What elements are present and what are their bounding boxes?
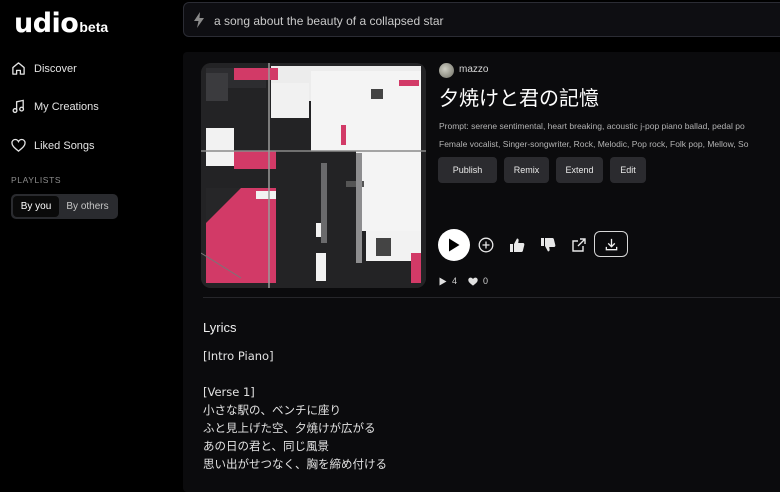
- sidebar-item-label: My Creations: [34, 100, 99, 113]
- remix-button[interactable]: Remix: [504, 157, 549, 183]
- share-external-icon: [572, 238, 586, 252]
- song-title: 夕焼けと君の記憶: [439, 86, 599, 110]
- like-count: 0: [483, 276, 489, 286]
- logo-text: udio: [14, 8, 79, 39]
- toggle-by-others[interactable]: By others: [59, 196, 116, 217]
- bolt-icon: [194, 12, 204, 28]
- divider: [203, 297, 780, 298]
- home-icon: [12, 62, 25, 75]
- lyrics-heading: Lyrics: [203, 320, 237, 335]
- cover-art[interactable]: [201, 63, 426, 288]
- playlist-toggle: By you By others: [11, 194, 118, 219]
- beta-badge: beta: [79, 19, 109, 35]
- like-count-icon: [468, 277, 478, 286]
- song-tags: Female vocalist, Singer-songwriter, Rock…: [439, 139, 749, 149]
- search-bar[interactable]: [183, 2, 780, 38]
- dislike-button[interactable]: [539, 236, 557, 254]
- username[interactable]: mazzo: [459, 64, 488, 75]
- udio-logo[interactable]: udiobeta: [14, 8, 108, 39]
- music-note-icon: [12, 99, 25, 114]
- thumbs-down-icon: [541, 238, 556, 252]
- download-icon: [605, 238, 617, 250]
- song-prompt: Prompt: serene sentimental, heart breaki…: [439, 121, 745, 131]
- heart-icon: [11, 138, 26, 152]
- sidebar-item-liked-songs[interactable]: Liked Songs: [11, 138, 95, 153]
- plus-circle-icon: [478, 237, 494, 253]
- toggle-by-you[interactable]: By you: [13, 196, 59, 217]
- search-input[interactable]: [212, 3, 776, 38]
- like-button[interactable]: [508, 236, 526, 254]
- edit-button[interactable]: Edit: [610, 157, 646, 183]
- publish-button[interactable]: Publish: [438, 157, 497, 183]
- sidebar-item-label: Liked Songs: [34, 139, 95, 152]
- sidebar-item-discover[interactable]: Discover: [11, 61, 77, 76]
- sidebar-item-my-creations[interactable]: My Creations: [11, 99, 99, 114]
- extend-button[interactable]: Extend: [556, 157, 603, 183]
- add-to-playlist-button[interactable]: [477, 236, 495, 254]
- song-stats: 4 0: [439, 276, 488, 286]
- play-count-icon: [439, 277, 447, 285]
- thumbs-up-icon: [510, 238, 525, 252]
- playlists-heading: PLAYLISTS: [11, 175, 62, 185]
- avatar[interactable]: [439, 63, 454, 78]
- download-button[interactable]: [594, 231, 628, 257]
- sidebar-item-label: Discover: [34, 62, 77, 75]
- lyrics-text: [Intro Piano] [Verse 1] 小さな駅の、ベンチに座り ふと見…: [203, 349, 387, 471]
- cover-art-image: [201, 63, 426, 288]
- share-button[interactable]: [570, 236, 588, 254]
- play-count: 4: [452, 276, 458, 286]
- play-icon: [449, 238, 460, 252]
- play-button[interactable]: [438, 229, 470, 261]
